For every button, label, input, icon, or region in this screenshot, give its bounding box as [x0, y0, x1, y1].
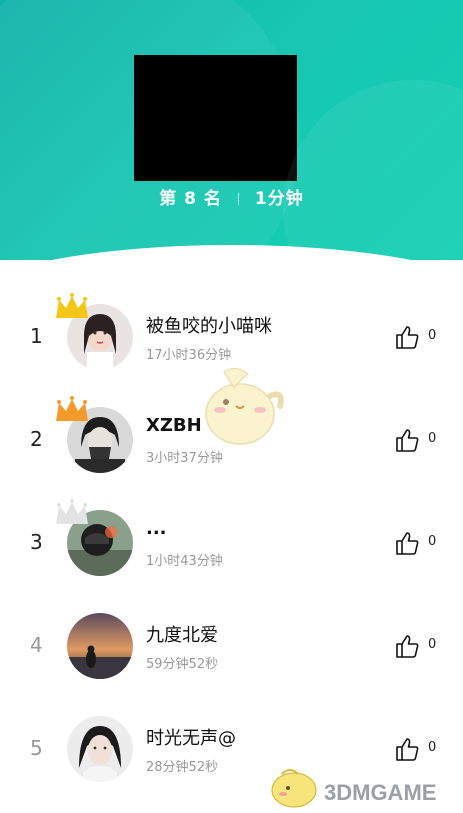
- rank-number: 5: [30, 736, 43, 760]
- header-banner: 第 8 名 1分钟: [0, 0, 463, 260]
- user-name: 被鱼咬的小喵咪: [146, 316, 272, 337]
- thumbs-up-icon[interactable]: [394, 324, 420, 350]
- user-name: 时光无声@: [146, 728, 236, 749]
- rank-number: 3: [30, 530, 43, 554]
- my-duration: 1分钟: [254, 189, 304, 209]
- like-count: 0: [428, 740, 437, 755]
- user-name: XZBH: [146, 415, 202, 436]
- thumbs-up-icon[interactable]: [394, 633, 420, 659]
- crown-gold-icon: [56, 293, 88, 318]
- thumbs-up-icon[interactable]: [394, 427, 420, 453]
- header-curve: [0, 245, 463, 260]
- list-item[interactable]: 4 九度北爱 59分钟52秒 0: [0, 595, 463, 685]
- study-time: 28分钟52秒: [146, 760, 219, 775]
- user-name: ...: [146, 518, 167, 539]
- rank-number: 2: [30, 427, 43, 451]
- watermark-text: 3DMGAME: [324, 780, 437, 805]
- list-item[interactable]: 3 ... 1小时43分钟 0: [0, 492, 463, 582]
- like-count: 0: [428, 534, 437, 549]
- study-time: 17小时36分钟: [146, 348, 232, 363]
- avatar[interactable]: [67, 716, 133, 782]
- crown-orange-icon: [56, 396, 88, 421]
- crown-silver-icon: [56, 499, 88, 524]
- rank-number: 4: [30, 633, 43, 657]
- study-time: 1小时43分钟: [146, 554, 223, 569]
- my-rank: 第 8 名: [159, 189, 222, 209]
- rank-number: 1: [30, 324, 43, 348]
- redacted-image: [134, 55, 297, 181]
- rank-summary: 第 8 名 1分钟: [0, 184, 463, 209]
- user-name: 九度北爱: [146, 625, 218, 646]
- like-count: 0: [428, 328, 437, 343]
- avatar[interactable]: [67, 613, 133, 679]
- thumbs-up-icon[interactable]: [394, 736, 420, 762]
- study-time: 59分钟52秒: [146, 657, 219, 672]
- like-count: 0: [428, 637, 437, 652]
- divider: [237, 193, 239, 205]
- thumbs-up-icon[interactable]: [394, 530, 420, 556]
- mascot-watermark-icon: [205, 367, 284, 445]
- like-count: 0: [428, 431, 437, 446]
